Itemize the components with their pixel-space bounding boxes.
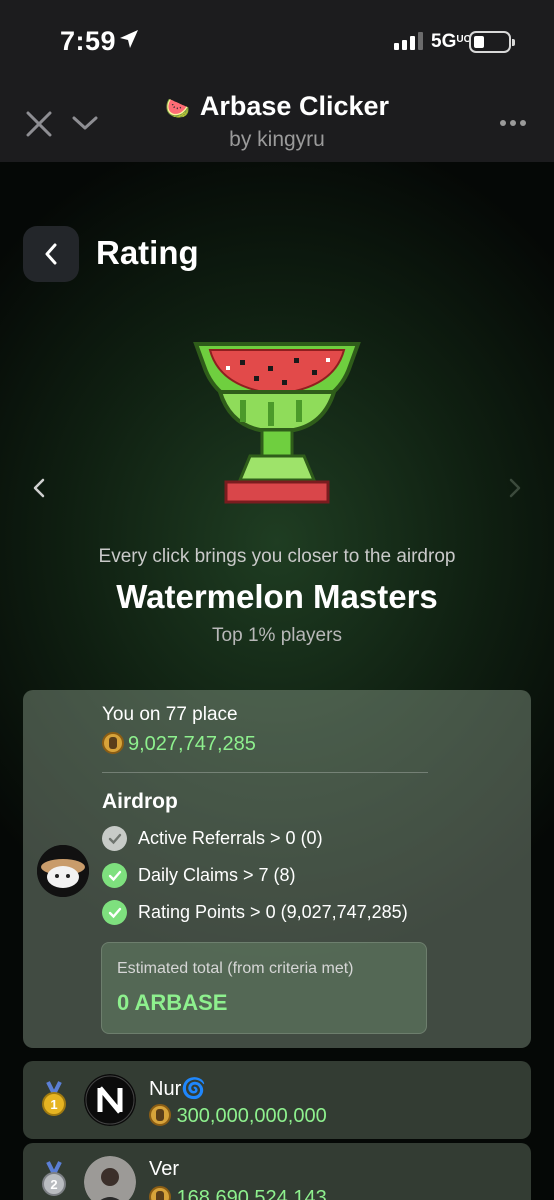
- my-score: 9,027,747,285: [102, 732, 256, 756]
- user-avatar-icon: [84, 1074, 136, 1126]
- divider: [102, 772, 428, 773]
- clock: 7:59: [60, 26, 117, 56]
- criterion-daily-claims: Daily Claims > 7 (8): [102, 863, 296, 888]
- avatar: [37, 845, 89, 897]
- estimate-value: 0 ARBASE: [117, 990, 228, 1015]
- location-arrow-icon: [120, 30, 138, 48]
- svg-text:2: 2: [50, 1177, 57, 1192]
- avatar: [84, 1074, 136, 1126]
- league-subtitle: Top 1% players: [212, 625, 342, 646]
- svg-text:1: 1: [50, 1097, 57, 1112]
- cellular-signal-icon: [394, 32, 423, 50]
- estimate-box: [101, 942, 427, 1034]
- gold-medal-icon: 1: [42, 1081, 66, 1116]
- coin-icon: [149, 1186, 171, 1200]
- check-circle-icon: [102, 863, 127, 888]
- player-name: Nur🌀: [149, 1078, 207, 1100]
- watermelon-trophy-icon: [193, 342, 361, 504]
- chevron-left-icon: [45, 243, 57, 265]
- app-subtitle: by kingyru: [229, 128, 325, 151]
- player-name: Ver: [149, 1158, 180, 1180]
- airdrop-title: Airdrop: [102, 790, 178, 813]
- tagline: Every click brings you closer to the air…: [98, 546, 456, 567]
- user-avatar-icon: [37, 845, 89, 897]
- check-circle-icon: [102, 826, 127, 851]
- app-title-block: 🍉 Arbase Clicker by kingyru: [0, 91, 554, 152]
- network-type: 5GUC: [431, 31, 471, 52]
- check-circle-icon: [102, 900, 127, 925]
- watermelon-icon: 🍉: [164, 98, 190, 120]
- status-bar: 7:59 5GUC: [0, 0, 554, 84]
- app-title: 🍉 Arbase Clicker: [164, 91, 389, 121]
- more-options-icon[interactable]: [500, 120, 526, 126]
- coin-icon: [102, 732, 124, 754]
- coin-icon: [149, 1104, 171, 1126]
- previous-league-arrow-icon[interactable]: [30, 478, 48, 498]
- criterion-active-referrals: Active Referrals > 0 (0): [102, 826, 323, 851]
- player-score: 300,000,000,000: [149, 1104, 327, 1128]
- avatar: [84, 1156, 136, 1200]
- battery-icon: [469, 31, 515, 53]
- player-score: 168,690,524,143: [149, 1186, 327, 1200]
- league-name: Watermelon Masters: [116, 578, 438, 615]
- silver-medal-icon: 2: [42, 1161, 66, 1196]
- user-avatar-icon: [84, 1156, 136, 1200]
- next-league-arrow-icon[interactable]: [506, 478, 524, 498]
- back-button[interactable]: [23, 226, 79, 282]
- my-place: You on 77 place: [102, 704, 238, 725]
- page-title: Rating: [96, 234, 199, 271]
- criterion-rating-points: Rating Points > 0 (9,027,747,285): [102, 900, 408, 925]
- estimate-label: Estimated total (from criteria met): [117, 960, 354, 977]
